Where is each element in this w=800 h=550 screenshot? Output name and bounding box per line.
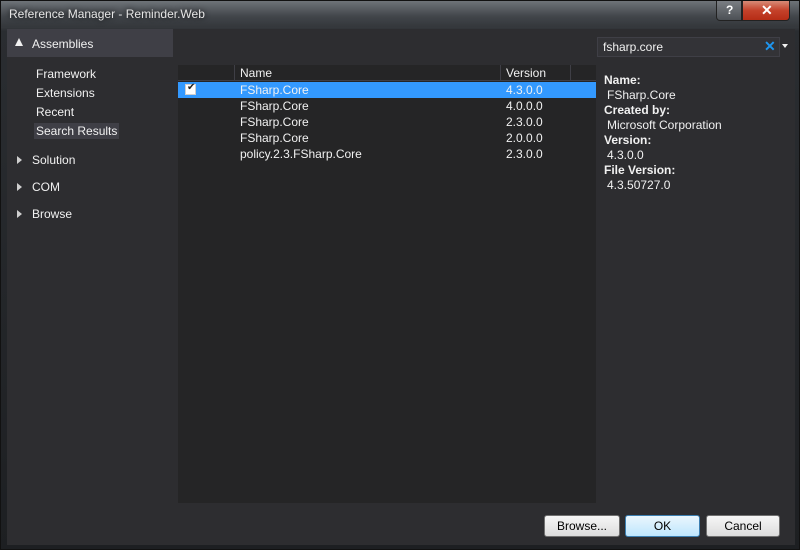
details-name-value: FSharp.Core xyxy=(607,88,676,102)
nav-header-assemblies[interactable]: Assemblies xyxy=(7,29,173,57)
nav-group-browse[interactable]: Browse xyxy=(17,207,72,221)
column-separator[interactable] xyxy=(234,65,235,81)
table-row[interactable]: FSharp.Core 2.3.0.0 xyxy=(178,114,596,130)
nav-group-com[interactable]: COM xyxy=(17,180,60,194)
title-bar[interactable]: Reference Manager - Reminder.Web ? ✕ xyxy=(1,1,799,27)
include-checkbox[interactable] xyxy=(185,82,196,95)
button-bar: Browse... OK Cancel xyxy=(7,503,795,545)
ok-button[interactable]: OK xyxy=(625,515,700,537)
details-version-label: Version: xyxy=(604,133,652,147)
table-row[interactable]: FSharp.Core 2.0.0.0 xyxy=(178,130,596,146)
nav-item-recent[interactable]: Recent xyxy=(36,105,74,119)
help-button[interactable]: ? xyxy=(716,1,742,21)
close-icon: ✕ xyxy=(761,2,773,18)
collapsed-arrow-icon xyxy=(17,210,22,218)
browse-button[interactable]: Browse... xyxy=(544,515,620,537)
cancel-button[interactable]: Cancel xyxy=(706,515,780,537)
details-version-value: 4.3.0.0 xyxy=(607,148,644,162)
column-separator[interactable] xyxy=(570,65,571,81)
expand-arrow-icon xyxy=(15,38,23,46)
details-created-by-value: Microsoft Corporation xyxy=(607,118,722,132)
assembly-version: 4.0.0.0 xyxy=(506,99,543,113)
nav-header-label: Assemblies xyxy=(32,37,94,51)
details-file-version-label: File Version: xyxy=(604,163,676,177)
list-header: Name Version xyxy=(178,65,596,81)
nav-item-framework[interactable]: Framework xyxy=(36,67,96,81)
collapsed-arrow-icon xyxy=(17,156,22,164)
nav-group-solution[interactable]: Solution xyxy=(17,153,75,167)
assembly-version: 4.3.0.0 xyxy=(506,83,543,97)
assembly-name: FSharp.Core xyxy=(240,99,309,113)
details-created-by-label: Created by: xyxy=(604,103,671,117)
details-panel: Name: FSharp.Core Created by: Microsoft … xyxy=(604,73,789,193)
assembly-list: Name Version FSharp.Core 4.3.0.0 FSharp.… xyxy=(178,65,596,503)
nav-item-search-results[interactable]: Search Results xyxy=(34,123,120,139)
search-input[interactable] xyxy=(603,40,753,54)
table-row[interactable]: FSharp.Core 4.0.0.0 xyxy=(178,98,596,114)
table-row[interactable]: FSharp.Core 4.3.0.0 xyxy=(178,82,596,98)
assembly-name: FSharp.Core xyxy=(240,131,309,145)
assembly-name: FSharp.Core xyxy=(240,83,309,97)
nav-group-label: Browse xyxy=(32,207,73,221)
assembly-name: FSharp.Core xyxy=(240,115,309,129)
assembly-version: 2.0.0.0 xyxy=(506,131,543,145)
dialog-body: Assemblies Framework Extensions Recent S… xyxy=(7,29,795,545)
nav-group-label: Solution xyxy=(32,153,76,167)
assembly-name: policy.2.3.FSharp.Core xyxy=(240,147,362,161)
collapsed-arrow-icon xyxy=(17,183,22,191)
clear-search-icon[interactable]: ✕ xyxy=(764,38,776,55)
details-file-version-value: 4.3.50727.0 xyxy=(607,178,671,192)
search-options-dropdown-icon[interactable] xyxy=(782,44,788,48)
close-button[interactable]: ✕ xyxy=(742,1,790,21)
window-title: Reference Manager - Reminder.Web xyxy=(9,7,205,21)
column-header-version[interactable]: Version xyxy=(506,66,546,80)
search-box[interactable]: ✕ xyxy=(597,37,780,57)
nav-group-label: COM xyxy=(32,180,60,194)
column-header-name[interactable]: Name xyxy=(240,66,272,80)
nav-item-extensions[interactable]: Extensions xyxy=(36,86,95,100)
table-row[interactable]: policy.2.3.FSharp.Core 2.3.0.0 xyxy=(178,146,596,162)
column-separator[interactable] xyxy=(500,65,501,81)
assembly-version: 2.3.0.0 xyxy=(506,147,543,161)
reference-manager-window: Reference Manager - Reminder.Web ? ✕ Ass… xyxy=(0,0,800,550)
help-icon: ? xyxy=(726,3,734,17)
details-name-label: Name: xyxy=(604,73,641,87)
assembly-version: 2.3.0.0 xyxy=(506,115,543,129)
